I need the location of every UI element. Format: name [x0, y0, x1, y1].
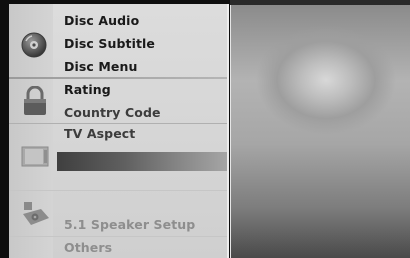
menu-item-country-code[interactable]: Country Code: [64, 105, 161, 120]
disc-icon: [21, 32, 47, 58]
menu-item-tv-aspect[interactable]: TV Aspect: [64, 126, 135, 141]
separator: [9, 123, 227, 124]
menu-item-disc-menu[interactable]: Disc Menu: [64, 59, 137, 74]
dvd-setup-screen: Disc Audio Disc Subtitle Disc Menu Ratin…: [0, 0, 410, 258]
separator: [9, 77, 227, 79]
separator: [9, 236, 227, 237]
menu-item-disc-audio[interactable]: Disc Audio: [64, 13, 139, 28]
lock-icon: [24, 86, 46, 115]
tv-icon: [21, 146, 49, 167]
setup-menu-panel: Disc Audio Disc Subtitle Disc Menu Ratin…: [9, 4, 229, 258]
menu-item-disc-subtitle[interactable]: Disc Subtitle: [64, 36, 155, 51]
preview-background: [230, 5, 410, 258]
menu-item-others[interactable]: Others: [64, 240, 112, 255]
menu-item-rating[interactable]: Rating: [64, 82, 111, 97]
separator: [9, 190, 227, 191]
speaker-icon: [23, 202, 49, 225]
selection-highlight: [57, 152, 227, 171]
menu-item-speaker-setup[interactable]: 5.1 Speaker Setup: [64, 217, 195, 232]
